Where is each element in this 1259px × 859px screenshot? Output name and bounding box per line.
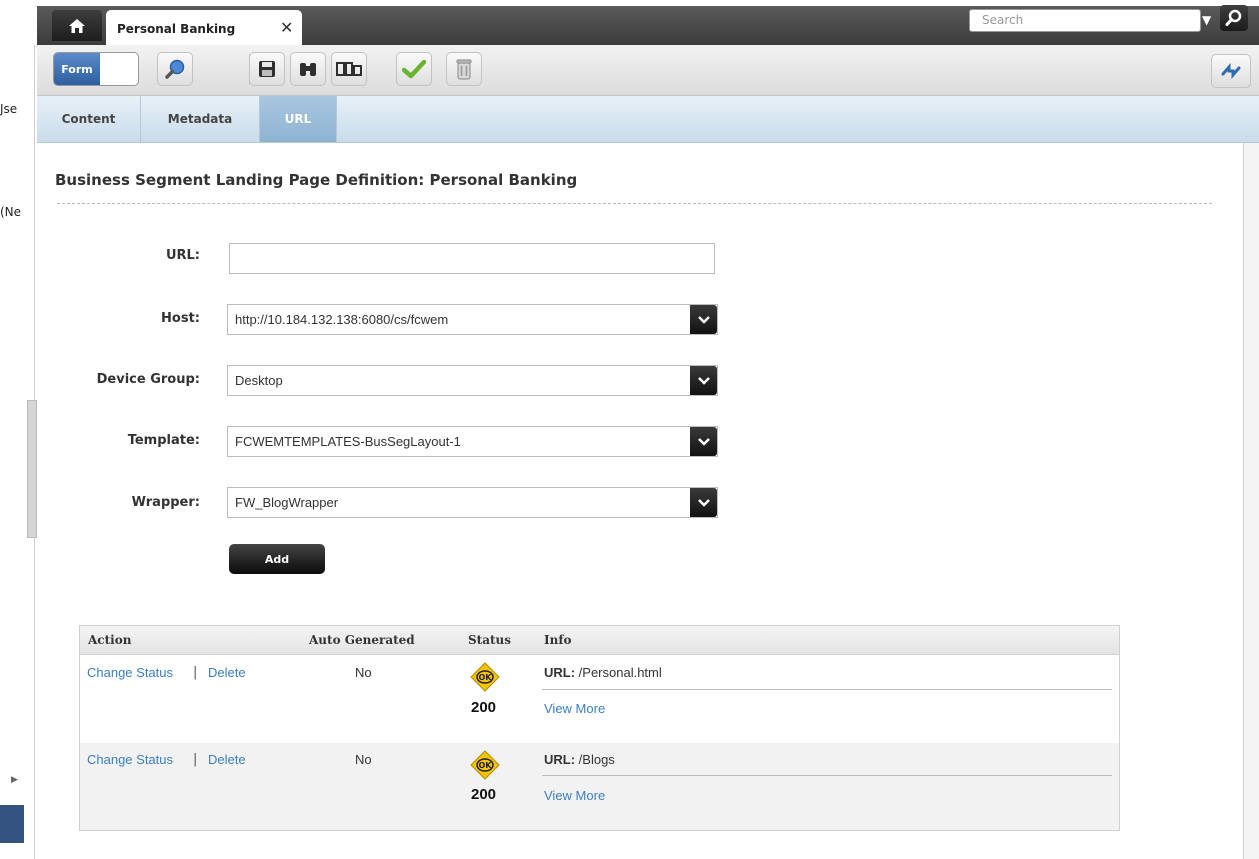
header-info: Info	[544, 633, 572, 647]
wrapper-select[interactable]: FW_BlogWrapper	[227, 487, 718, 518]
template-label: Template:	[127, 433, 200, 448]
wrapper-value: FW_BlogWrapper	[235, 495, 339, 510]
header-action: Action	[88, 633, 132, 647]
ok-badge-text: OK	[479, 673, 493, 682]
binoculars-icon	[300, 63, 316, 76]
status-code: 200	[471, 699, 497, 716]
sub-tab-bar: Content Metadata URL	[37, 96, 1259, 143]
chevron-down-icon[interactable]	[690, 366, 717, 395]
wrapper-label: Wrapper:	[131, 495, 200, 510]
add-button[interactable]: Add	[229, 544, 325, 574]
left-panel-text: (Ne	[0, 205, 22, 219]
panel-splitter-handle[interactable]	[27, 400, 37, 538]
auto-generated-value: No	[355, 665, 372, 680]
link-separator: |	[193, 752, 198, 767]
table-header: Action Auto Generated Status Info	[80, 626, 1119, 655]
info-value: /Personal.html	[578, 665, 662, 680]
table-row: Change Status | Delete No OK 200 URL: /B…	[80, 743, 1119, 829]
ok-badge-text: OK	[479, 761, 493, 770]
search-input[interactable]: Search	[969, 9, 1201, 32]
toolbar: Form	[37, 45, 1259, 96]
expand-arrow-icon[interactable]: ▶	[11, 775, 18, 785]
tab-content[interactable]: Content	[37, 96, 141, 142]
left-panel-selection	[0, 805, 24, 843]
find-button[interactable]	[290, 52, 326, 86]
info-url: URL: /Blogs	[544, 752, 615, 767]
delete-icon	[456, 59, 472, 80]
search-placeholder: Search	[982, 13, 1024, 27]
auto-generated-value: No	[355, 752, 372, 767]
chevron-down-icon[interactable]: ▼	[1202, 13, 1211, 27]
host-value: http://10.184.132.138:6080/cs/fcwem	[235, 312, 449, 327]
status-code: 200	[471, 786, 497, 803]
chevron-down-icon[interactable]	[690, 305, 717, 334]
left-panel-text: Jse	[0, 102, 18, 116]
change-status-link[interactable]: Change Status	[87, 752, 173, 767]
link-separator: |	[193, 665, 198, 680]
form-toggle-label: Form	[54, 53, 100, 85]
header-auto-generated: Auto Generated	[309, 633, 415, 647]
tab-metadata[interactable]: Metadata	[141, 96, 260, 142]
delete-link[interactable]: Delete	[208, 665, 246, 680]
top-tab-bar: Personal Banking ✕ Search ▼	[0, 0, 1259, 45]
form-view-toggle[interactable]: Form	[53, 52, 139, 86]
preview-button[interactable]	[331, 52, 367, 86]
title-divider	[57, 203, 1212, 204]
table-row: Change Status | Delete No OK 200 URL: /P…	[80, 655, 1119, 743]
template-value: FCWEMTEMPLATES-BusSegLayout-1	[235, 434, 461, 449]
save-button[interactable]	[249, 52, 285, 86]
vertical-scrollbar[interactable]	[1243, 143, 1259, 859]
info-divider	[542, 689, 1112, 690]
close-icon[interactable]: ✕	[280, 18, 293, 37]
device-group-select[interactable]: Desktop	[227, 365, 718, 396]
tab-personal-banking[interactable]: Personal Banking ✕	[106, 10, 302, 45]
url-field[interactable]	[229, 243, 715, 274]
save-icon	[259, 61, 275, 77]
delete-link[interactable]: Delete	[208, 752, 246, 767]
device-group-label: Device Group:	[96, 372, 200, 387]
template-select[interactable]: FCWEMTEMPLATES-BusSegLayout-1	[227, 426, 718, 457]
sync-button[interactable]	[1211, 54, 1251, 88]
inspect-button[interactable]	[157, 52, 193, 86]
home-button[interactable]	[52, 10, 102, 41]
search-icon	[165, 59, 185, 79]
change-status-link[interactable]: Change Status	[87, 665, 173, 680]
host-label: Host:	[161, 311, 200, 326]
page-title: Business Segment Landing Page Definition…	[55, 171, 578, 189]
info-key: URL:	[544, 665, 576, 680]
tab-label: Personal Banking	[117, 22, 236, 36]
approve-icon	[402, 59, 426, 79]
url-table: Action Auto Generated Status Info Change…	[79, 625, 1120, 831]
chevron-down-icon[interactable]	[690, 488, 717, 517]
info-key: URL:	[544, 752, 576, 767]
host-select[interactable]: http://10.184.132.138:6080/cs/fcwem	[227, 304, 718, 335]
header-status: Status	[468, 633, 512, 647]
search-button[interactable]	[1220, 5, 1248, 31]
ok-status-icon: OK	[470, 662, 500, 692]
view-more-link[interactable]: View More	[544, 701, 605, 716]
chevron-down-icon[interactable]	[690, 427, 717, 456]
tab-url[interactable]: URL	[260, 96, 337, 142]
url-label: URL:	[165, 248, 200, 263]
preview-icon	[336, 62, 362, 76]
approve-button[interactable]	[396, 52, 432, 86]
delete-button[interactable]	[446, 52, 482, 86]
device-group-value: Desktop	[235, 373, 283, 388]
view-more-link[interactable]: View More	[544, 788, 605, 803]
search-icon	[1225, 9, 1242, 26]
info-url: URL: /Personal.html	[544, 665, 662, 680]
info-value: /Blogs	[578, 752, 615, 767]
sync-icon	[1221, 62, 1241, 80]
ok-status-icon: OK	[470, 750, 500, 780]
home-icon	[69, 18, 85, 33]
info-divider	[542, 775, 1112, 776]
